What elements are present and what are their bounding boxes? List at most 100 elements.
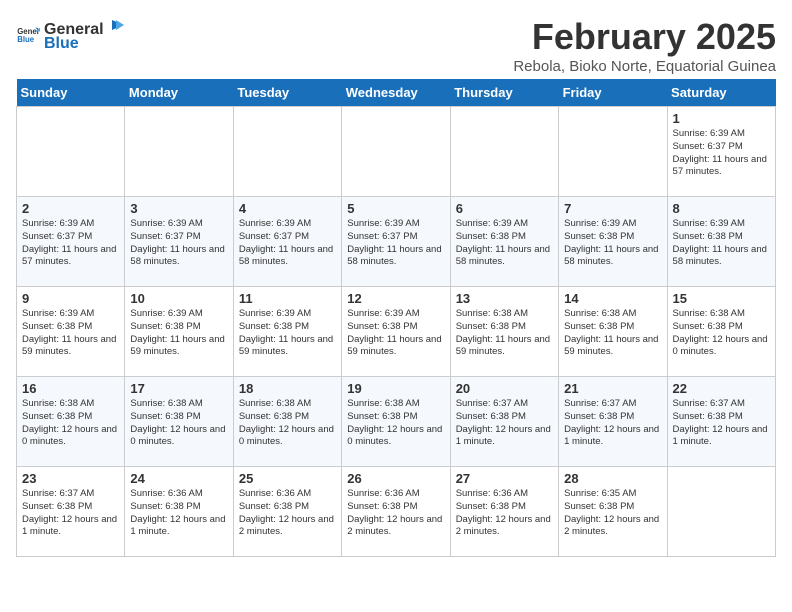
calendar-cell: 7 Sunrise: 6:39 AM Sunset: 6:38 PM Daylig…	[559, 197, 667, 287]
calendar-cell: 9 Sunrise: 6:39 AM Sunset: 6:38 PM Daylig…	[17, 287, 125, 377]
calendar-cell: 10 Sunrise: 6:39 AM Sunset: 6:38 PM Dayli…	[125, 287, 233, 377]
cell-daylight-info: Sunrise: 6:39 AM Sunset: 6:38 PM Dayligh…	[347, 308, 444, 359]
title-area: February 2025 Rebola, Bioko Norte, Equat…	[513, 16, 776, 75]
calendar-cell: 1 Sunrise: 6:39 AM Sunset: 6:37 PM Daylig…	[667, 107, 775, 197]
day-number: 25	[239, 471, 336, 486]
day-number: 3	[130, 201, 227, 216]
logo-arrow	[106, 16, 124, 34]
cell-daylight-info: Sunrise: 6:39 AM Sunset: 6:38 PM Dayligh…	[564, 218, 661, 269]
calendar-cell: 15 Sunrise: 6:38 AM Sunset: 6:38 PM Dayli…	[667, 287, 775, 377]
calendar-cell: 26 Sunrise: 6:36 AM Sunset: 6:38 PM Dayli…	[342, 467, 450, 557]
cell-daylight-info: Sunrise: 6:38 AM Sunset: 6:38 PM Dayligh…	[347, 398, 444, 449]
day-of-week-header: Thursday	[450, 79, 558, 107]
logo-icon: General Blue	[16, 23, 40, 47]
calendar-cell: 18 Sunrise: 6:38 AM Sunset: 6:38 PM Dayli…	[233, 377, 341, 467]
calendar-cell: 25 Sunrise: 6:36 AM Sunset: 6:38 PM Dayli…	[233, 467, 341, 557]
day-number: 12	[347, 291, 444, 306]
day-number: 5	[347, 201, 444, 216]
calendar-cell	[233, 107, 341, 197]
cell-daylight-info: Sunrise: 6:36 AM Sunset: 6:38 PM Dayligh…	[347, 488, 444, 539]
day-number: 18	[239, 381, 336, 396]
day-number: 19	[347, 381, 444, 396]
day-of-week-header: Wednesday	[342, 79, 450, 107]
cell-daylight-info: Sunrise: 6:39 AM Sunset: 6:38 PM Dayligh…	[673, 218, 770, 269]
day-number: 26	[347, 471, 444, 486]
day-number: 24	[130, 471, 227, 486]
day-number: 23	[22, 471, 119, 486]
cell-daylight-info: Sunrise: 6:38 AM Sunset: 6:38 PM Dayligh…	[456, 308, 553, 359]
calendar-cell	[450, 107, 558, 197]
month-title: February 2025	[513, 16, 776, 58]
calendar-table: SundayMondayTuesdayWednesdayThursdayFrid…	[16, 79, 776, 557]
day-number: 10	[130, 291, 227, 306]
calendar-cell: 19 Sunrise: 6:38 AM Sunset: 6:38 PM Dayli…	[342, 377, 450, 467]
cell-daylight-info: Sunrise: 6:39 AM Sunset: 6:37 PM Dayligh…	[239, 218, 336, 269]
day-number: 16	[22, 381, 119, 396]
calendar-cell	[559, 107, 667, 197]
day-number: 8	[673, 201, 770, 216]
calendar-header-row: SundayMondayTuesdayWednesdayThursdayFrid…	[17, 79, 776, 107]
calendar-cell	[667, 467, 775, 557]
day-number: 28	[564, 471, 661, 486]
calendar-week-row: 2 Sunrise: 6:39 AM Sunset: 6:37 PM Daylig…	[17, 197, 776, 287]
calendar-cell: 6 Sunrise: 6:39 AM Sunset: 6:38 PM Daylig…	[450, 197, 558, 287]
page-header: General Blue General Blue February 2025 …	[16, 16, 776, 75]
calendar-cell: 12 Sunrise: 6:39 AM Sunset: 6:38 PM Dayli…	[342, 287, 450, 377]
cell-daylight-info: Sunrise: 6:39 AM Sunset: 6:38 PM Dayligh…	[239, 308, 336, 359]
cell-daylight-info: Sunrise: 6:39 AM Sunset: 6:38 PM Dayligh…	[130, 308, 227, 359]
calendar-cell: 22Sunrise: 6:37 AM Sunset: 6:38 PM Dayli…	[667, 377, 775, 467]
day-number: 15	[673, 291, 770, 306]
calendar-cell: 23 Sunrise: 6:37 AM Sunset: 6:38 PM Dayli…	[17, 467, 125, 557]
cell-daylight-info: Sunrise: 6:38 AM Sunset: 6:38 PM Dayligh…	[564, 308, 661, 359]
cell-daylight-info: Sunrise: 6:39 AM Sunset: 6:38 PM Dayligh…	[456, 218, 553, 269]
day-number: 17	[130, 381, 227, 396]
calendar-cell: 17 Sunrise: 6:38 AM Sunset: 6:38 PM Dayli…	[125, 377, 233, 467]
calendar-cell: 2 Sunrise: 6:39 AM Sunset: 6:37 PM Daylig…	[17, 197, 125, 287]
day-number: 14	[564, 291, 661, 306]
cell-daylight-info: Sunrise: 6:36 AM Sunset: 6:38 PM Dayligh…	[239, 488, 336, 539]
calendar-cell: 4 Sunrise: 6:39 AM Sunset: 6:37 PM Daylig…	[233, 197, 341, 287]
day-number: 22	[673, 381, 770, 396]
calendar-week-row: 23 Sunrise: 6:37 AM Sunset: 6:38 PM Dayli…	[17, 467, 776, 557]
cell-daylight-info: Sunrise: 6:35 AM Sunset: 6:38 PM Dayligh…	[564, 488, 661, 539]
cell-daylight-info: Sunrise: 6:39 AM Sunset: 6:38 PM Dayligh…	[22, 308, 119, 359]
calendar-cell: 5 Sunrise: 6:39 AM Sunset: 6:37 PM Daylig…	[342, 197, 450, 287]
cell-daylight-info: Sunrise: 6:38 AM Sunset: 6:38 PM Dayligh…	[673, 308, 770, 359]
calendar-cell	[342, 107, 450, 197]
day-of-week-header: Monday	[125, 79, 233, 107]
cell-daylight-info: Sunrise: 6:36 AM Sunset: 6:38 PM Dayligh…	[130, 488, 227, 539]
calendar-cell: 11Sunrise: 6:39 AM Sunset: 6:38 PM Dayli…	[233, 287, 341, 377]
day-of-week-header: Saturday	[667, 79, 775, 107]
cell-daylight-info: Sunrise: 6:39 AM Sunset: 6:37 PM Dayligh…	[347, 218, 444, 269]
calendar-cell	[125, 107, 233, 197]
calendar-cell: 21 Sunrise: 6:37 AM Sunset: 6:38 PM Dayli…	[559, 377, 667, 467]
cell-daylight-info: Sunrise: 6:37 AM Sunset: 6:38 PM Dayligh…	[564, 398, 661, 449]
cell-daylight-info: Sunrise: 6:38 AM Sunset: 6:38 PM Dayligh…	[130, 398, 227, 449]
cell-daylight-info: Sunrise: 6:39 AM Sunset: 6:37 PM Dayligh…	[673, 128, 770, 179]
day-number: 21	[564, 381, 661, 396]
calendar-cell: 8 Sunrise: 6:39 AM Sunset: 6:38 PM Daylig…	[667, 197, 775, 287]
day-number: 2	[22, 201, 119, 216]
calendar-cell: 24 Sunrise: 6:36 AM Sunset: 6:38 PM Dayli…	[125, 467, 233, 557]
calendar-week-row: 16 Sunrise: 6:38 AM Sunset: 6:38 PM Dayli…	[17, 377, 776, 467]
calendar-cell	[17, 107, 125, 197]
cell-daylight-info: Sunrise: 6:39 AM Sunset: 6:37 PM Dayligh…	[22, 218, 119, 269]
day-of-week-header: Sunday	[17, 79, 125, 107]
day-number: 9	[22, 291, 119, 306]
calendar-cell: 27 Sunrise: 6:36 AM Sunset: 6:38 PM Dayli…	[450, 467, 558, 557]
day-number: 7	[564, 201, 661, 216]
day-number: 6	[456, 201, 553, 216]
day-number: 4	[239, 201, 336, 216]
cell-daylight-info: Sunrise: 6:36 AM Sunset: 6:38 PM Dayligh…	[456, 488, 553, 539]
cell-daylight-info: Sunrise: 6:37 AM Sunset: 6:38 PM Dayligh…	[22, 488, 119, 539]
location-title: Rebola, Bioko Norte, Equatorial Guinea	[513, 58, 776, 75]
calendar-cell: 3Sunrise: 6:39 AM Sunset: 6:37 PM Daylig…	[125, 197, 233, 287]
svg-text:Blue: Blue	[17, 35, 35, 44]
day-number: 27	[456, 471, 553, 486]
calendar-cell: 13Sunrise: 6:38 AM Sunset: 6:38 PM Dayli…	[450, 287, 558, 377]
calendar-cell: 14 Sunrise: 6:38 AM Sunset: 6:38 PM Dayli…	[559, 287, 667, 377]
cell-daylight-info: Sunrise: 6:38 AM Sunset: 6:38 PM Dayligh…	[239, 398, 336, 449]
calendar-cell: 28 Sunrise: 6:35 AM Sunset: 6:38 PM Dayli…	[559, 467, 667, 557]
day-number: 1	[673, 111, 770, 126]
calendar-cell: 20Sunrise: 6:37 AM Sunset: 6:38 PM Dayli…	[450, 377, 558, 467]
